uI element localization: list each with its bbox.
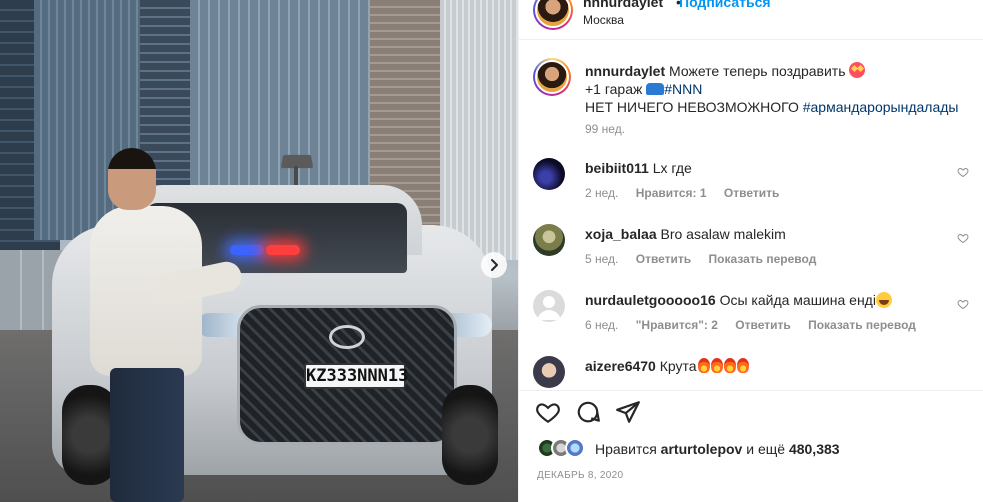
comment-time[interactable]: 5 нед. bbox=[585, 252, 618, 266]
likes-mid: и ещё bbox=[746, 441, 786, 457]
caption-timestamp[interactable]: 99 нед. bbox=[585, 122, 625, 136]
comment-username[interactable]: nurdauletgooooo16 bbox=[585, 292, 716, 308]
comment-item: aizere6470 Крута bbox=[533, 356, 973, 388]
caption-line1: Можете теперь поздравить bbox=[669, 63, 846, 79]
show-translation-button[interactable]: Показать перевод bbox=[709, 252, 817, 266]
car-logo bbox=[329, 325, 365, 349]
comment-body: Крута bbox=[659, 358, 697, 374]
next-photo-button[interactable] bbox=[481, 252, 507, 278]
comment-text: beibiit011 Lx где bbox=[585, 160, 692, 176]
comment-meta: 2 нед. Нравится: 1 Ответить bbox=[585, 186, 793, 200]
heart-icon[interactable] bbox=[957, 298, 969, 310]
red-light bbox=[266, 245, 300, 255]
action-bar bbox=[519, 390, 983, 430]
post-header: nnnurdaylet • Подписаться Москва bbox=[519, 0, 983, 40]
comment-item: nurdauletgooooo16 Осы кайда машина енді … bbox=[533, 290, 973, 346]
comment-username[interactable]: xoja_balaa bbox=[585, 226, 657, 242]
comment-avatar[interactable] bbox=[533, 356, 565, 388]
person-head bbox=[108, 148, 156, 210]
comment-text: nurdauletgooooo16 Осы кайда машина енді bbox=[585, 292, 892, 308]
fire-emoji-icon bbox=[710, 358, 723, 373]
likes-prefix: Нравится bbox=[595, 441, 657, 457]
comment-icon[interactable] bbox=[575, 399, 601, 425]
car-emoji-icon bbox=[646, 83, 665, 95]
reply-button[interactable]: Ответить bbox=[735, 318, 790, 332]
comment-text: xoja_balaa Bro asalaw malekim bbox=[585, 226, 786, 242]
comment-likes[interactable]: Нравится: 1 bbox=[636, 186, 707, 200]
caption-line3: НЕТ НИЧЕГО НЕВОЗМОЖНОГО bbox=[585, 99, 799, 115]
comment-avatar[interactable] bbox=[533, 290, 565, 322]
heart-icon[interactable] bbox=[957, 166, 969, 178]
likes-text: Нравится arturtolepov и ещё 480,383 bbox=[595, 441, 840, 457]
caption-line2: +1 гараж bbox=[585, 81, 643, 97]
comment-body: Lx где bbox=[652, 160, 692, 176]
comment-avatar[interactable] bbox=[533, 158, 565, 190]
heart-icon[interactable] bbox=[957, 232, 969, 244]
post-photo[interactable]: KZ333NNN13 bbox=[0, 0, 518, 502]
follow-button[interactable]: Подписаться bbox=[679, 0, 771, 10]
comment-username[interactable]: beibiit011 bbox=[585, 160, 649, 176]
reply-button[interactable]: Ответить bbox=[724, 186, 779, 200]
hashtag-nnn[interactable]: #NNN bbox=[664, 81, 702, 97]
reply-button[interactable]: Ответить bbox=[636, 252, 691, 266]
post-panel: nnnurdaylet • Подписаться Москва nnnurda… bbox=[518, 0, 983, 502]
liker-avatar bbox=[565, 438, 585, 458]
hashtag-armandar[interactable]: #армандарорындалады bbox=[803, 99, 959, 115]
heart-icon[interactable] bbox=[535, 399, 561, 425]
fire-emoji-icon bbox=[697, 358, 710, 373]
author-username[interactable]: nnnurdaylet bbox=[583, 0, 663, 10]
caption-username[interactable]: nnnurdaylet bbox=[585, 63, 665, 79]
post-date[interactable]: ДЕКАБРЬ 8, 2020 bbox=[537, 470, 623, 481]
star-struck-emoji-icon bbox=[849, 62, 866, 78]
comment-item: xoja_balaa Bro asalaw malekim 5 нед. Отв… bbox=[533, 224, 973, 280]
chevron-right-icon bbox=[491, 259, 498, 271]
likes-count[interactable]: 480,383 bbox=[789, 441, 840, 457]
wheel-right bbox=[442, 385, 498, 485]
license-plate: KZ333NNN13 bbox=[304, 363, 408, 389]
police-lights bbox=[230, 245, 304, 265]
comment-item: beibiit011 Lx где 2 нед. Нравится: 1 Отв… bbox=[533, 158, 973, 214]
caption-avatar[interactable] bbox=[533, 58, 571, 96]
comment-meta: 6 нед. "Нравится": 2 Ответить Показать п… bbox=[585, 318, 930, 332]
person bbox=[90, 148, 245, 502]
location-link[interactable]: Москва bbox=[583, 13, 624, 27]
comment-username[interactable]: aizere6470 bbox=[585, 358, 656, 374]
comment-time[interactable]: 6 нед. bbox=[585, 318, 618, 332]
caption-text: nnnurdaylet Можете теперь поздравить +1 … bbox=[585, 62, 965, 116]
fire-emoji-icon bbox=[736, 358, 749, 373]
comment-body: Осы кайда машина енді bbox=[719, 292, 876, 308]
comment-avatar[interactable] bbox=[533, 224, 565, 256]
laughing-emoji-icon bbox=[875, 292, 892, 308]
fire-emoji-icon bbox=[723, 358, 736, 373]
comment-time[interactable]: 2 нед. bbox=[585, 186, 618, 200]
comment-meta: 5 нед. Ответить Показать перевод bbox=[585, 252, 830, 266]
person-legs bbox=[110, 368, 184, 502]
show-translation-button[interactable]: Показать перевод bbox=[808, 318, 916, 332]
liker-username[interactable]: arturtolepov bbox=[661, 441, 743, 457]
default-avatar-icon bbox=[537, 296, 561, 320]
comment-body: Bro asalaw malekim bbox=[660, 226, 786, 242]
comment-text: aizere6470 Крута bbox=[585, 358, 749, 374]
comment-likes[interactable]: "Нравится": 2 bbox=[636, 318, 718, 332]
paper-plane-icon[interactable] bbox=[615, 399, 641, 425]
author-avatar[interactable] bbox=[533, 0, 573, 30]
